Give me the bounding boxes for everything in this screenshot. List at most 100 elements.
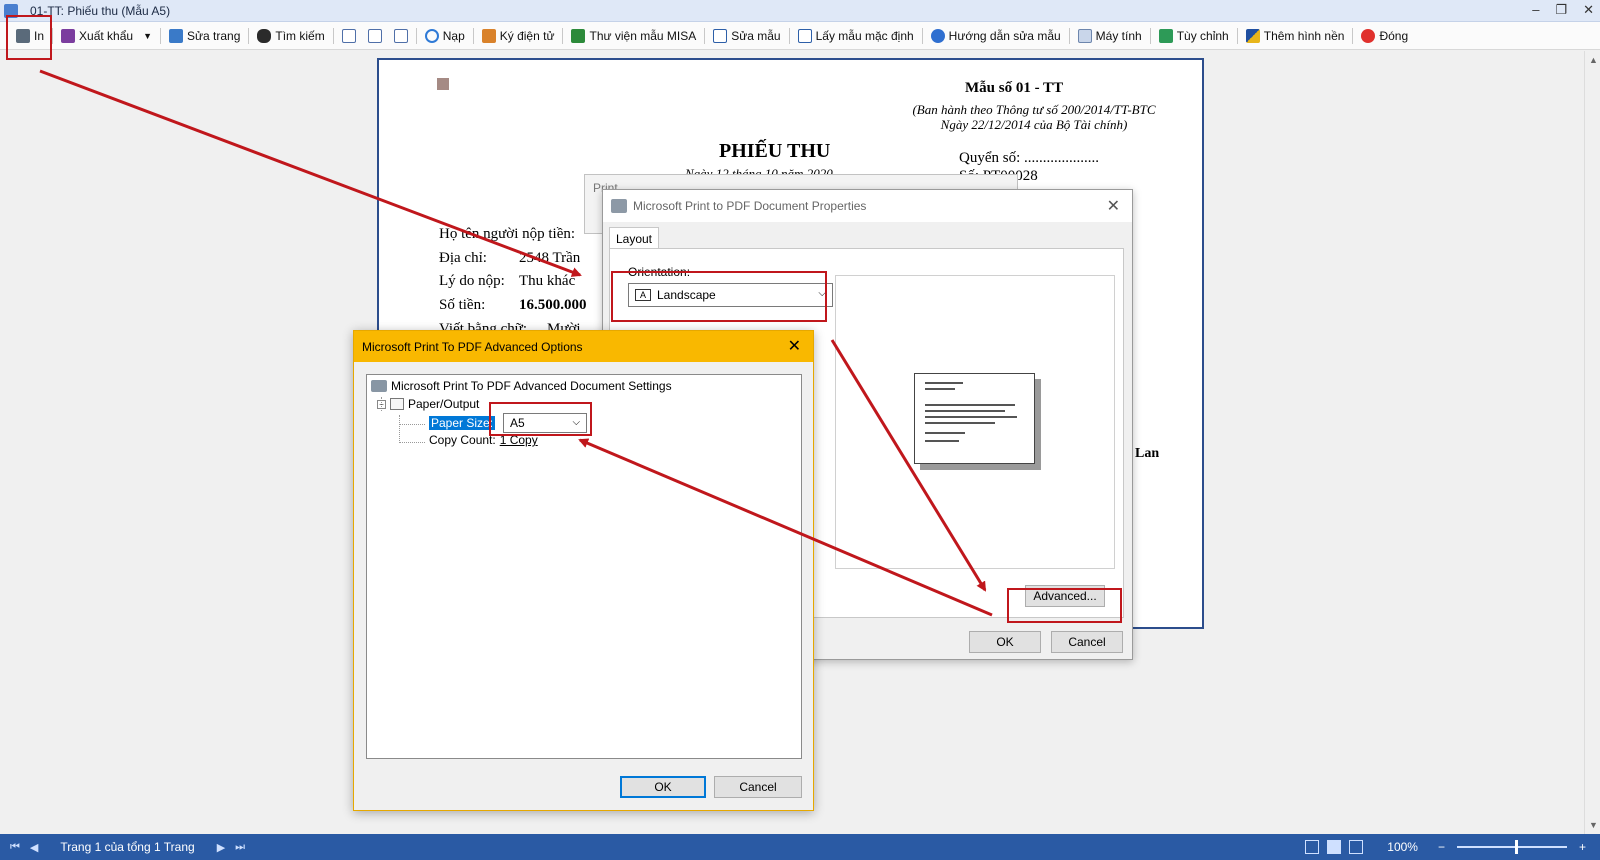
edit-template-button[interactable]: Sửa mẫu — [707, 25, 786, 47]
e-sign-button[interactable]: Ký điện tử — [476, 25, 561, 47]
background-icon — [1245, 28, 1260, 43]
previous-page-icon[interactable]: ◀ — [30, 841, 38, 854]
advanced-cancel-button[interactable]: Cancel — [714, 776, 802, 798]
first-page-icon[interactable]: ⏮ — [10, 841, 20, 854]
document-title: PHIẾU THU — [719, 140, 831, 162]
default-template-button[interactable]: Lấy mẫu mặc định — [792, 25, 920, 47]
edit-page-button[interactable]: Sửa trang — [163, 25, 246, 47]
template-guide-button[interactable]: Hướng dẫn sửa mẫu — [925, 25, 1067, 47]
status-bar: ⏮ ◀ Trang 1 của tổng 1 Trang ▶ ⏭ 100% − … — [0, 834, 1600, 860]
reason-row: Lý do nộp: Thu khác — [439, 273, 575, 290]
orientation-highlight-box — [611, 271, 827, 322]
advanced-highlight-box — [1007, 588, 1122, 623]
continuous-view-icon[interactable] — [1327, 840, 1342, 854]
e-sign-label: Ký điện tử — [499, 28, 555, 43]
properties-cancel-button[interactable]: Cancel — [1051, 631, 1123, 653]
export-label: Xuất khẩu — [79, 28, 134, 43]
thumb-line — [925, 416, 1017, 418]
window-titlebar: 01-TT: Phiếu thu (Mẫu A5) – ❐ ✕ — [0, 0, 1600, 22]
toolbar-separator — [472, 27, 474, 44]
close-icon[interactable]: ✕ — [1107, 196, 1120, 216]
amount-value: 16.500.000 — [519, 297, 587, 313]
scroll-down-icon[interactable]: ▼ — [1589, 820, 1598, 830]
thumb-line — [925, 422, 995, 424]
collapse-icon[interactable]: − — [377, 399, 386, 409]
toolbar-separator — [159, 27, 161, 44]
advanced-title: Microsoft Print To PDF Advanced Options — [362, 339, 583, 354]
customize-button[interactable]: Tùy chỉnh — [1153, 25, 1235, 47]
toolbar-separator — [788, 27, 790, 44]
misa-library-button[interactable]: Thư viện mẫu MISA — [565, 25, 702, 47]
advanced-ok-button[interactable]: OK — [620, 776, 706, 798]
refresh-icon — [424, 28, 439, 43]
next-page-icon[interactable]: ▶ — [217, 841, 225, 854]
form-number: Mẫu số 01 - TT — [965, 80, 1064, 96]
paper-size-highlight-box — [489, 402, 592, 436]
thumb-line — [925, 410, 1005, 412]
default-template-label: Lấy mẫu mặc định — [815, 28, 914, 43]
book-number: Quyển số: .................... — [959, 150, 1099, 167]
customize-label: Tùy chỉnh — [1176, 28, 1229, 43]
thumb-line — [925, 440, 959, 442]
add-background-label: Thêm hình nền — [1263, 28, 1345, 43]
tree-paper-output-node[interactable]: − Paper/Output — [377, 397, 479, 411]
page-indicator: Trang 1 của tổng 1 Trang — [60, 840, 195, 854]
zoom-slider-thumb[interactable] — [1514, 840, 1518, 854]
tree-line — [399, 424, 425, 425]
thumb-line — [925, 404, 1015, 406]
add-background-button[interactable]: Thêm hình nền — [1240, 25, 1351, 47]
binoculars-icon — [257, 28, 272, 43]
scroll-up-icon[interactable]: ▲ — [1589, 55, 1598, 65]
window-controls: – ❐ ✕ — [1532, 2, 1594, 18]
fit-page-button[interactable] — [388, 25, 414, 47]
last-page-icon[interactable]: ⏭ — [235, 841, 245, 854]
single-page-view-button[interactable] — [336, 25, 362, 47]
library-icon — [571, 28, 586, 43]
export-icon — [61, 28, 76, 43]
signer-name-fragment: Lan — [1135, 446, 1160, 461]
restore-button[interactable]: ❐ — [1555, 2, 1567, 18]
reload-label: Nạp — [442, 28, 465, 43]
edit-page-label: Sửa trang — [186, 28, 241, 43]
thumb-line — [925, 382, 963, 384]
zoom-in-icon[interactable]: + — [1579, 840, 1586, 854]
multi-page-view-icon[interactable] — [1349, 840, 1364, 854]
calculator-label: Máy tính — [1095, 28, 1142, 43]
vertical-scrollbar[interactable]: ▲ ▼ — [1584, 51, 1600, 834]
payer-label: Họ tên người nộp tiền: — [439, 226, 576, 242]
reload-button[interactable]: Nạp — [419, 25, 471, 47]
root-node-label: Microsoft Print To PDF Advanced Document… — [391, 379, 672, 393]
help-icon — [930, 28, 945, 43]
close-button[interactable]: Đóng — [1355, 25, 1414, 47]
customize-icon — [1158, 28, 1173, 43]
main-toolbar: In Xuất khẩu ▼ Sửa trang Tìm kiếm Nạp Ký … — [0, 22, 1600, 50]
minimize-button[interactable]: – — [1532, 2, 1539, 18]
close-window-button[interactable]: ✕ — [1583, 2, 1594, 18]
calculator-button[interactable]: Máy tính — [1072, 25, 1148, 47]
reason-value: Thu khác — [519, 273, 576, 289]
address-value: 2548 Trần — [519, 250, 581, 266]
view-controls: 100% − + — [1305, 834, 1586, 860]
properties-ok-button[interactable]: OK — [969, 631, 1041, 653]
close-icon[interactable]: ✕ — [788, 336, 801, 356]
zoom-slider[interactable] — [1456, 840, 1567, 854]
tab-layout[interactable]: Layout — [609, 227, 659, 249]
export-button[interactable]: Xuất khẩu ▼ — [55, 25, 158, 47]
paper-icon — [390, 398, 404, 410]
fit-page-icon — [393, 28, 408, 43]
copy-count-label: Copy Count: — [429, 433, 496, 447]
search-button[interactable]: Tìm kiếm — [251, 25, 330, 47]
address-label: Địa chỉ: — [439, 250, 487, 266]
toolbar-separator — [1352, 27, 1354, 44]
paper-output-label: Paper/Output — [408, 397, 480, 411]
toolbar-separator — [921, 27, 923, 44]
page-width-button[interactable] — [362, 25, 388, 47]
toolbar-separator — [248, 27, 250, 44]
chevron-down-icon[interactable]: ▼ — [143, 31, 152, 41]
toolbar-separator — [1236, 27, 1238, 44]
properties-titlebar: Microsoft Print to PDF Document Properti… — [603, 190, 1132, 222]
single-page-view-icon[interactable] — [1305, 840, 1320, 854]
tree-root-node[interactable]: Microsoft Print To PDF Advanced Document… — [371, 379, 672, 393]
zoom-out-icon[interactable]: − — [1438, 840, 1445, 854]
edit-template-label: Sửa mẫu — [731, 28, 781, 43]
